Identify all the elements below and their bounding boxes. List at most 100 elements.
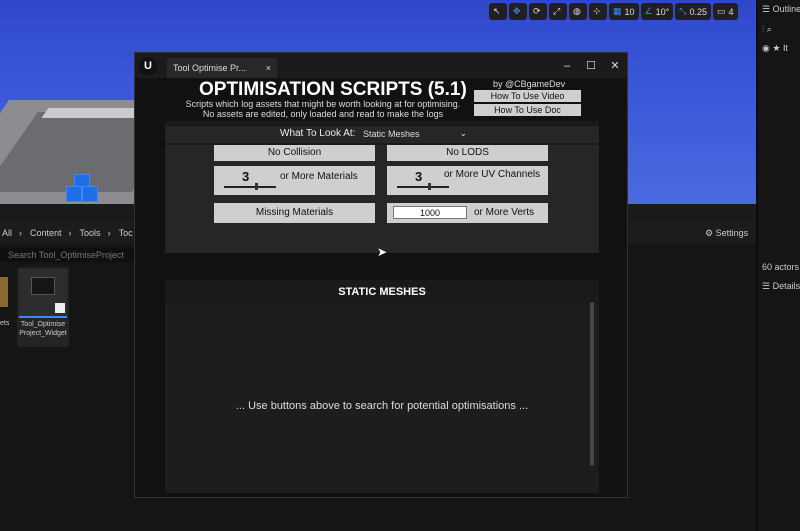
uv-label: or More UV Channels — [444, 169, 541, 180]
results-scrollbar[interactable] — [590, 302, 594, 466]
grid-icon: ▦ — [613, 6, 622, 16]
outliner-item-label: It — [782, 43, 788, 53]
header: OPTIMISATION SCRIPTS (5.1) Scripts which… — [165, 79, 599, 121]
chevron-right-icon: › — [19, 228, 23, 238]
scale-snap-value: 0.25 — [689, 6, 707, 17]
viewport-toolbar: ↖ ✥ ⟳ ⤢ ◍ ⊹ ▦ 10 ∠ 10° ⤡ 0.25 ▭ 4 — [489, 3, 738, 20]
settings-button[interactable]: ⚙ Settings — [705, 228, 748, 239]
scale-icon: ⤢ — [553, 6, 561, 16]
outliner-title-text: Outline — [772, 4, 800, 14]
breadcrumb-tools[interactable]: Tools — [80, 228, 101, 238]
chevron-down-icon: ⌄ — [459, 128, 467, 138]
author-credit: by @CBgameDev — [493, 79, 566, 89]
camera-icon: ▭ — [716, 6, 726, 16]
verts-label: or More Verts — [474, 207, 535, 218]
materials-label: or More Materials — [280, 171, 358, 182]
no-collision-button[interactable]: No Collision — [214, 145, 375, 161]
outliner-icon: ☰ — [762, 4, 773, 14]
asset-label: Tool_Optimise Project_Widget — [19, 321, 67, 337]
grid-size-value: 10 — [624, 6, 635, 17]
grid-snap-button[interactable]: ▦ 10 — [609, 3, 639, 20]
cursor-icon: ↖ — [493, 6, 501, 16]
details-tab[interactable]: ☰ Details — [762, 281, 800, 292]
rotation-snap-button[interactable]: ∠ 10° — [640, 3, 674, 20]
uv-channels-button[interactable]: 3 or More UV Channels — [387, 166, 548, 195]
settings-label: Settings — [715, 228, 749, 238]
uv-slider[interactable] — [397, 186, 449, 188]
materials-slider-handle[interactable] — [255, 183, 258, 190]
look-at-value: Static Meshes — [363, 129, 420, 139]
move-icon: ✥ — [513, 6, 521, 16]
page-subtitle: Scripts which log assets that might be w… — [185, 99, 461, 119]
breadcrumb-all[interactable]: All — [2, 228, 12, 238]
actor-count: 60 actors — [762, 262, 800, 272]
results-list: ... Use buttons above to search for pote… — [165, 304, 599, 493]
snap-icon: ⊹ — [593, 6, 601, 16]
materials-slider[interactable] — [224, 186, 276, 188]
uv-count: 3 — [415, 169, 423, 184]
results-heading: STATIC MESHES — [165, 280, 599, 304]
widget-panel: OPTIMISATION SCRIPTS (5.1) Scripts which… — [165, 79, 599, 493]
chevron-right-icon: › — [68, 228, 72, 238]
rotate-icon: ⟳ — [533, 6, 541, 16]
minimize-icon[interactable]: – — [559, 60, 575, 72]
rotate-mode-button[interactable]: ⟳ — [529, 3, 547, 20]
outliner-panel: ☰ Outline ⫶ ⌕ ◉ ★ It 60 actors ☰ Details — [756, 0, 800, 531]
widget-thumbnail — [19, 269, 67, 317]
close-icon[interactable]: ✕ — [607, 59, 623, 72]
scale-snap-button[interactable]: ⤡ 0.25 — [675, 3, 711, 20]
unreal-logo-icon: U — [139, 56, 157, 75]
uv-slider-handle[interactable] — [428, 183, 431, 190]
tab-title: Tool Optimise Pr... — [173, 63, 247, 73]
scale-mode-button[interactable]: ⤢ — [549, 3, 567, 20]
results-panel: STATIC MESHES ... Use buttons above to s… — [165, 253, 599, 493]
rotation-snap-value: 10° — [655, 6, 670, 17]
gear-icon: ⚙ — [705, 228, 716, 238]
tab-close-icon[interactable]: × — [266, 63, 271, 73]
mouse-cursor-icon: ➤ — [377, 245, 388, 259]
outliner-title: ☰ Outline — [762, 4, 800, 15]
translate-mode-button[interactable]: ✥ — [509, 3, 527, 20]
select-mode-button[interactable]: ↖ — [489, 3, 507, 20]
look-at-dropdown[interactable]: Static Meshes ⌄ — [363, 128, 467, 139]
viewport-cube — [66, 186, 82, 202]
how-to-video-button[interactable]: How To Use Video — [474, 90, 581, 102]
details-label: Details — [772, 281, 800, 291]
look-at-label: What To Look At: — [280, 128, 356, 139]
angle-icon: ∠ — [644, 6, 653, 16]
eye-icon[interactable]: ◉ — [762, 43, 770, 53]
asset-type-bar — [19, 316, 67, 318]
tool-window: U Tool Optimise Pr... × – ☐ ✕ OPTIMISATI… — [134, 52, 628, 498]
breadcrumb-content[interactable]: Content — [30, 228, 62, 238]
verts-input[interactable]: 1000 — [393, 206, 467, 219]
verts-button[interactable]: 1000 or More Verts — [387, 203, 548, 223]
window-titlebar[interactable]: U Tool Optimise Pr... × – ☐ ✕ — [135, 53, 627, 78]
globe-icon: ◍ — [573, 6, 581, 16]
chevron-right-icon: › — [107, 228, 111, 238]
materials-button[interactable]: 3 or More Materials — [214, 166, 375, 195]
breadcrumb-toc[interactable]: Toc — [119, 228, 133, 238]
window-tab[interactable]: Tool Optimise Pr... × — [167, 58, 277, 78]
viewport-cube — [82, 186, 98, 202]
materials-count: 3 — [242, 169, 250, 184]
page-title: OPTIMISATION SCRIPTS (5.1) — [199, 79, 467, 100]
results-message: ... Use buttons above to search for pote… — [235, 400, 529, 412]
scale-snap-icon: ⤡ — [679, 6, 687, 16]
look-at-row: What To Look At: Static Meshes ⌄ — [165, 126, 599, 143]
outliner-row[interactable]: ◉ ★ It — [762, 43, 788, 54]
details-icon: ☰ — [762, 281, 773, 291]
left-tile-label: ets — [0, 320, 10, 327]
world-space-button[interactable]: ◍ — [569, 3, 587, 20]
folder-thumb[interactable] — [0, 277, 8, 307]
surface-snap-button[interactable]: ⊹ — [589, 3, 607, 20]
options-grid: No Collision No LODS 3 or More Materials… — [165, 145, 599, 253]
camera-speed-value: 4 — [728, 6, 734, 17]
search-input[interactable]: Search Tool_OptimiseProject — [0, 248, 134, 262]
missing-materials-button[interactable]: Missing Materials — [214, 203, 375, 223]
search-placeholder: Search Tool_OptimiseProject — [8, 250, 124, 260]
how-to-doc-button[interactable]: How To Use Doc — [474, 104, 581, 116]
no-lods-button[interactable]: No LODS — [387, 145, 548, 161]
maximize-icon[interactable]: ☐ — [583, 59, 599, 72]
filter-icon[interactable]: ⫶ ⌕ — [762, 24, 772, 35]
camera-speed-button[interactable]: ▭ 4 — [712, 3, 738, 20]
